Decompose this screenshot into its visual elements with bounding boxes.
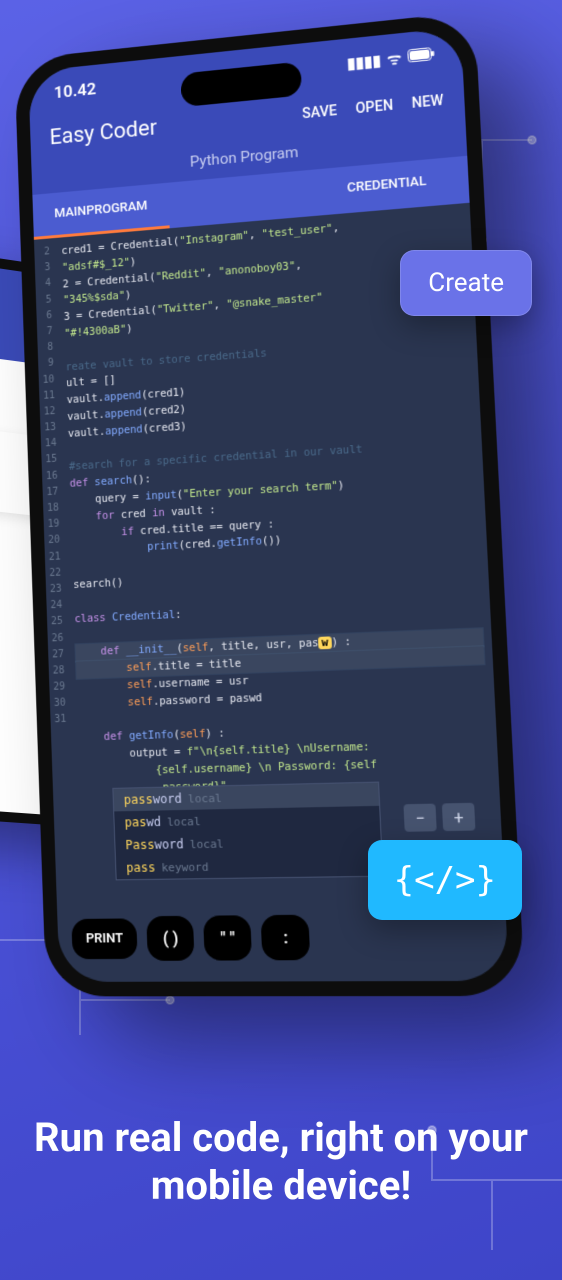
autocomplete-item[interactable]: passkeyword bbox=[116, 852, 383, 879]
tagline: Run real code, right on your mobile devi… bbox=[0, 1114, 562, 1210]
open-button[interactable]: OPEN bbox=[355, 97, 393, 117]
new-button[interactable]: NEW bbox=[411, 92, 443, 111]
app-title: Easy Coder bbox=[49, 116, 157, 151]
key-quotes[interactable]: " " bbox=[203, 915, 252, 960]
key-parentheses[interactable]: ( ) bbox=[147, 915, 195, 960]
zoom-out-button[interactable]: − bbox=[403, 804, 436, 832]
create-badge: Create bbox=[400, 250, 532, 316]
key-print[interactable]: PRINT bbox=[71, 918, 138, 959]
zoom-in-button[interactable]: + bbox=[442, 803, 476, 831]
code-badge: {</>} bbox=[368, 840, 522, 920]
wifi-icon: ᯤ bbox=[387, 48, 402, 70]
status-time: 10.42 bbox=[54, 79, 97, 103]
signal-icon: ▮▮▮▮ bbox=[347, 51, 382, 72]
key-colon[interactable]: : bbox=[261, 914, 311, 960]
save-button[interactable]: SAVE bbox=[302, 102, 338, 121]
battery-icon bbox=[407, 46, 435, 67]
autocomplete-popup[interactable]: passwordlocal paswdlocal Passwordlocal p… bbox=[112, 782, 383, 881]
